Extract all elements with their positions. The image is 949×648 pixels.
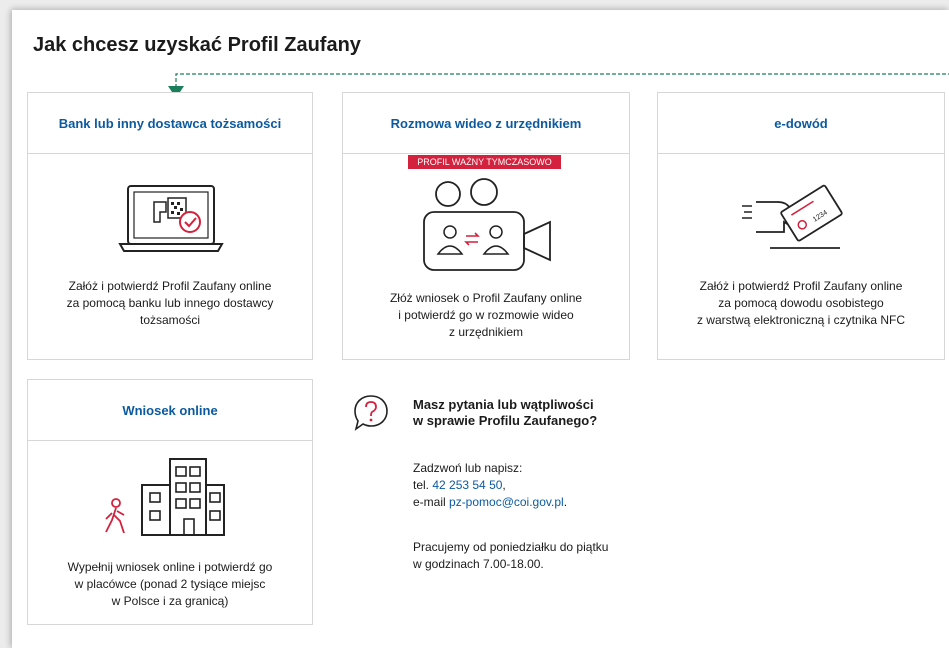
card-video[interactable]: Rozmowa wideo z urzędnikiem PROFIL WAŻNY… bbox=[342, 92, 630, 360]
card-e-id-line: z warstwą elektroniczną i czytnika NFC bbox=[696, 313, 906, 327]
phone-link[interactable]: 42 253 54 50 bbox=[432, 478, 502, 492]
help-phone-suffix: , bbox=[502, 478, 506, 492]
card-bank-header: Bank lub inny dostawca tożsamości bbox=[28, 93, 312, 154]
card-bank-line: tożsamości bbox=[139, 313, 201, 327]
help-hours-line: Pracujemy od poniedziałku do piątku bbox=[413, 540, 609, 554]
card-online-application-title[interactable]: Wniosek online bbox=[122, 403, 217, 418]
card-bank-line: Załóż i potwierdź Profil Zaufany online bbox=[68, 279, 272, 293]
help-title: Masz pytania lub wątpliwości w sprawie P… bbox=[413, 397, 597, 429]
card-e-id-header: e-dowód bbox=[658, 93, 944, 154]
card-video-line: z urzędnikiem bbox=[448, 325, 524, 339]
card-video-header: Rozmowa wideo z urzędnikiem bbox=[343, 93, 629, 154]
help-contact: Zadzwoń lub napisz: tel. 42 253 54 50, e… bbox=[413, 460, 567, 511]
card-online-application-header: Wniosek online bbox=[28, 380, 312, 441]
card-video-title[interactable]: Rozmowa wideo z urzędnikiem bbox=[391, 116, 582, 131]
temporary-profile-badge: PROFIL WAŻNY TYMCZASOWO bbox=[408, 155, 561, 169]
help-hours: Pracujemy od poniedziałku do piątku w go… bbox=[413, 539, 608, 573]
card-online-application-line: w Polsce i za granicą) bbox=[111, 594, 229, 608]
card-e-id-description: Załóż i potwierdź Profil Zaufany online … bbox=[658, 278, 944, 329]
card-video-description: Złóż wniosek o Profil Zaufany online i p… bbox=[343, 290, 629, 341]
card-e-id-line: Załóż i potwierdź Profil Zaufany online bbox=[699, 279, 903, 293]
help-phone-line: tel. 42 253 54 50, bbox=[413, 477, 567, 494]
help-email-line: e-mail pz-pomoc@coi.gov.pl. bbox=[413, 494, 567, 511]
help-phone-label: tel. bbox=[413, 478, 433, 492]
video-call-icon bbox=[423, 178, 551, 271]
card-e-id-title[interactable]: e-dowód bbox=[774, 116, 827, 131]
question-bubble-icon bbox=[354, 395, 388, 431]
card-bank-title[interactable]: Bank lub inny dostawca tożsamości bbox=[59, 116, 282, 131]
card-online-application-body: Wypełnij wniosek online i potwierdź go w… bbox=[28, 441, 312, 625]
card-e-id[interactable]: e-dowód 1234 Załóż i potwierdź Profil Za… bbox=[657, 92, 945, 360]
card-online-application-description: Wypełnij wniosek online i potwierdź go w… bbox=[28, 559, 312, 610]
help-title-line: Masz pytania lub wątpliwości bbox=[413, 397, 594, 412]
card-e-id-body: 1234 Załóż i potwierdź Profil Zaufany on… bbox=[658, 154, 944, 360]
page-title: Jak chcesz uzyskać Profil Zaufany bbox=[33, 34, 361, 56]
help-hours-line: w godzinach 7.00-18.00. bbox=[413, 557, 544, 571]
card-video-line: i potwierdź go w rozmowie wideo bbox=[398, 308, 574, 322]
card-online-application-line: Wypełnij wniosek online i potwierdź go bbox=[67, 560, 273, 574]
card-online-application-line: w placówce (ponad 2 tysiące miejsc bbox=[74, 577, 266, 591]
e-id-card-icon: 1234 bbox=[742, 184, 843, 249]
help-contact-intro: Zadzwoń lub napisz: bbox=[413, 461, 523, 475]
card-online-application[interactable]: Wniosek online Wypełnij wniosek online i… bbox=[27, 379, 313, 625]
card-bank[interactable]: Bank lub inny dostawca tożsamości Załóż … bbox=[27, 92, 313, 360]
laptop-identity-check-icon bbox=[118, 185, 224, 252]
card-bank-description: Załóż i potwierdź Profil Zaufany online … bbox=[28, 278, 312, 329]
card-bank-body: Załóż i potwierdź Profil Zaufany online … bbox=[28, 154, 312, 360]
card-bank-line: za pomocą banku lub innego dostawcy bbox=[66, 296, 274, 310]
email-link[interactable]: pz-pomoc@coi.gov.pl bbox=[449, 495, 564, 509]
help-email-suffix: . bbox=[563, 495, 568, 509]
card-video-line: Złóż wniosek o Profil Zaufany online bbox=[389, 291, 583, 305]
office-building-icon bbox=[105, 458, 225, 536]
help-email-label: e-mail bbox=[413, 495, 450, 509]
card-video-body: PROFIL WAŻNY TYMCZASOWO Złóż wniosek o P… bbox=[343, 154, 629, 360]
help-title-line: w sprawie Profilu Zaufanego? bbox=[413, 413, 598, 428]
card-e-id-line: za pomocą dowodu osobistego bbox=[718, 296, 884, 310]
